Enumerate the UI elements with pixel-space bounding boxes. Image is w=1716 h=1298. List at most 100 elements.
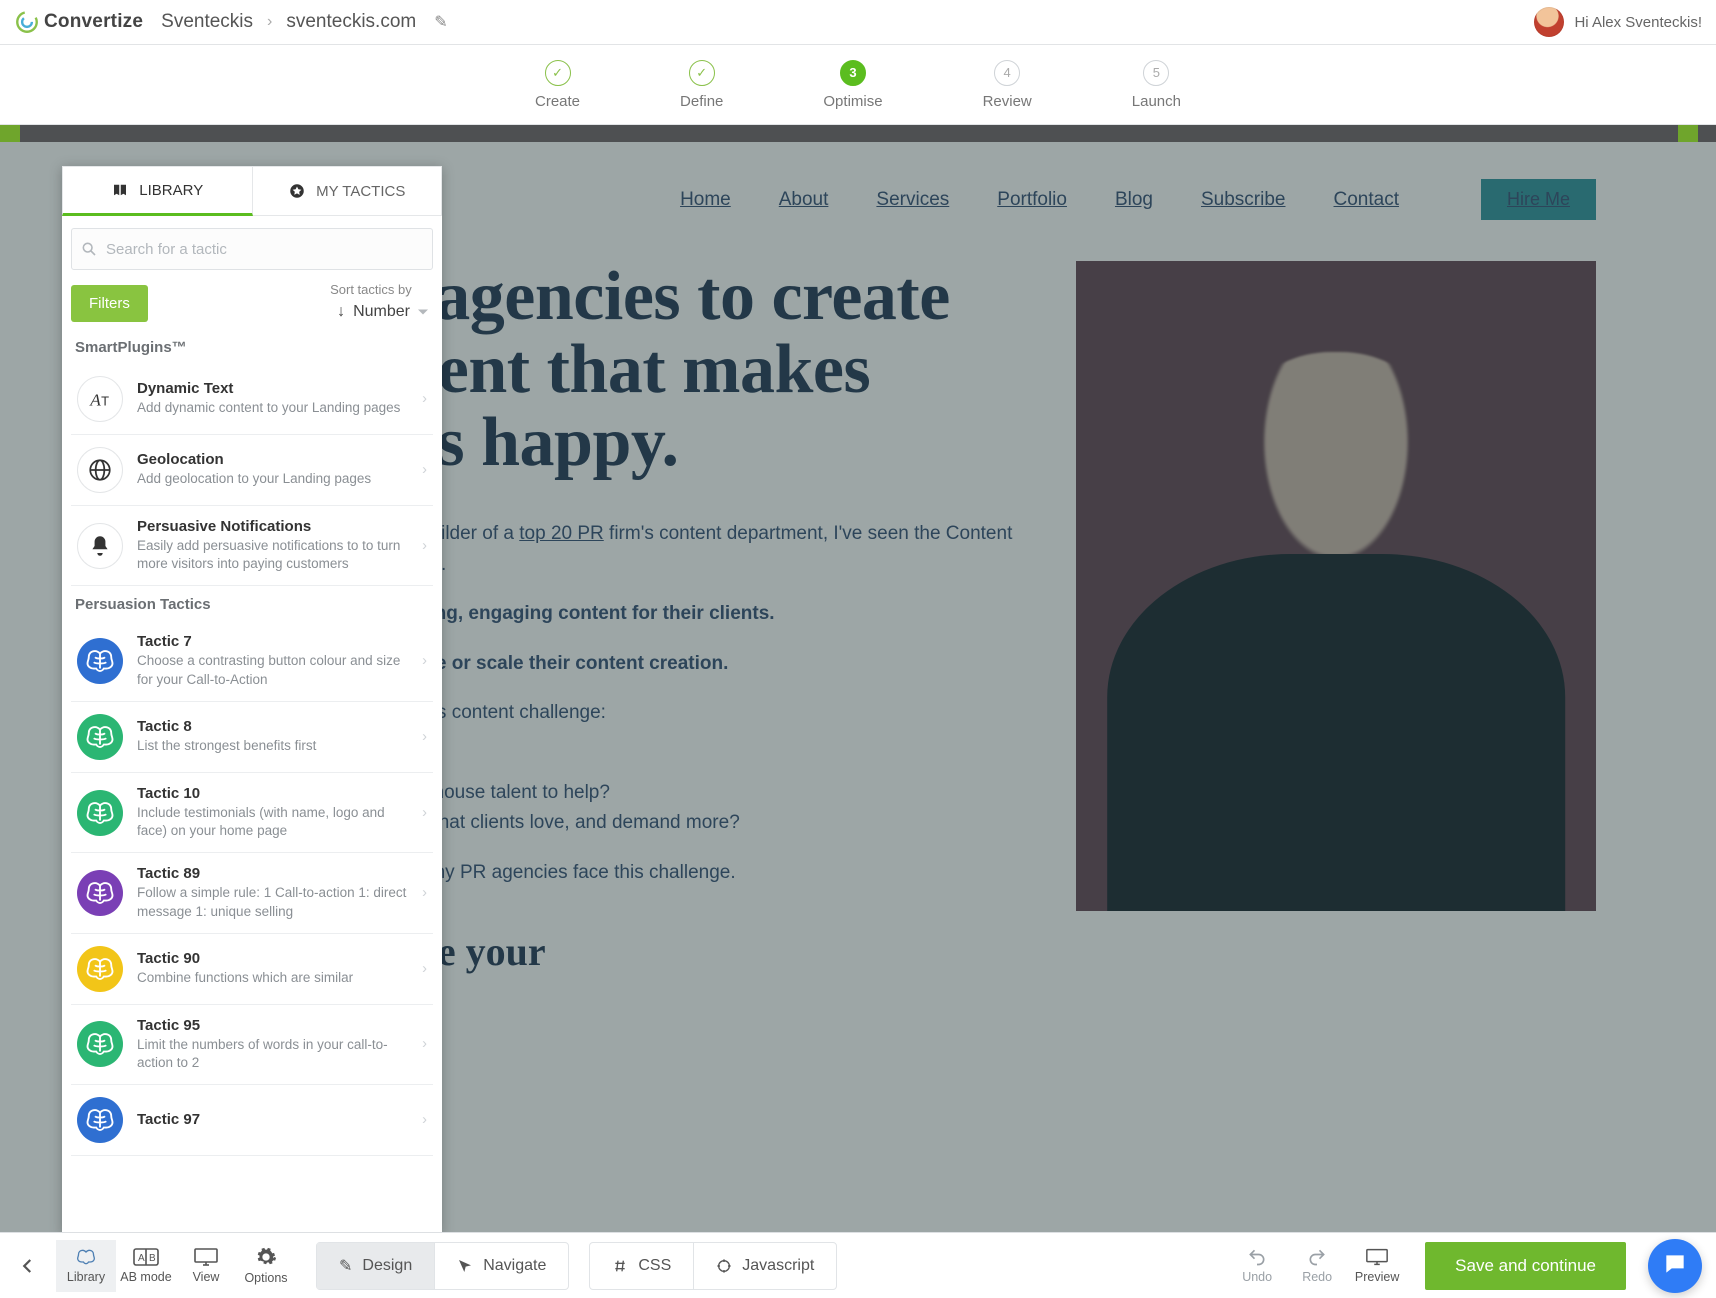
chat-launcher[interactable] xyxy=(1648,1239,1702,1293)
search-icon xyxy=(81,241,97,257)
step-review[interactable]: 4Review xyxy=(983,60,1032,110)
tool-redo[interactable]: Redo xyxy=(1287,1240,1347,1292)
step-number-icon: 4 xyxy=(994,60,1020,86)
chevron-right-icon: › xyxy=(422,653,427,669)
link-top20-pr[interactable]: top 20 PR xyxy=(519,523,604,544)
item-desc: Add geolocation to your Landing pages xyxy=(137,470,408,488)
tactics-list: Tactic 7Choose a contrasting button colo… xyxy=(71,621,433,1156)
tool-library[interactable]: Library xyxy=(56,1240,116,1292)
step-launch[interactable]: 5Launch xyxy=(1132,60,1181,110)
tool-ab-mode[interactable]: ABAB mode xyxy=(116,1240,176,1292)
section-persuasion: Persuasion Tactics xyxy=(75,596,433,613)
sort-value: Number xyxy=(353,303,410,321)
breadcrumb-project[interactable]: Sventeckis xyxy=(161,11,253,33)
step-define[interactable]: ✓ Define xyxy=(680,60,723,110)
tool-group-mode: ✎ Design Navigate xyxy=(316,1242,569,1290)
tactic-item[interactable]: Tactic 89Follow a simple rule: 1 Call-to… xyxy=(71,853,433,933)
step-number-icon: 5 xyxy=(1143,60,1169,86)
item-title: Tactic 8 xyxy=(137,718,408,735)
greeting-text: Hi Alex Sventeckis! xyxy=(1574,14,1702,31)
dynamic-text-icon: AT xyxy=(77,376,123,422)
tool-view[interactable]: View xyxy=(176,1240,236,1292)
nav-portfolio[interactable]: Portfolio xyxy=(997,189,1067,211)
nav-home[interactable]: Home xyxy=(680,189,731,211)
edit-icon[interactable]: ✎ xyxy=(434,12,447,32)
save-continue-button[interactable]: Save and continue xyxy=(1425,1242,1626,1290)
pencil-icon: ✎ xyxy=(339,1256,352,1276)
ruler-handle-right[interactable] xyxy=(1678,125,1698,142)
item-desc: Include testimonials (with name, logo an… xyxy=(137,804,408,840)
item-desc: Easily add persuasive notifications to t… xyxy=(137,537,408,573)
item-title: Geolocation xyxy=(137,451,408,468)
nav-blog[interactable]: Blog xyxy=(1115,189,1153,211)
filter-row: Filters Sort tactics by ↓ Number xyxy=(71,282,433,325)
cursor-icon xyxy=(457,1258,473,1274)
sort-select[interactable]: ↓ Number xyxy=(330,299,433,325)
chevron-right-icon: › xyxy=(422,961,427,977)
breadcrumb-page[interactable]: sventeckis.com xyxy=(286,11,416,33)
filters-button[interactable]: Filters xyxy=(71,285,148,322)
nav-contact[interactable]: Contact xyxy=(1334,189,1399,211)
brain-icon xyxy=(77,870,123,916)
nav-subscribe[interactable]: Subscribe xyxy=(1201,189,1286,211)
tactic-item[interactable]: Tactic 7Choose a contrasting button colo… xyxy=(71,621,433,701)
mode-design[interactable]: ✎ Design xyxy=(317,1243,434,1289)
tool-undo[interactable]: Undo xyxy=(1227,1240,1287,1292)
breadcrumb: Sventeckis › sventeckis.com ✎ xyxy=(161,11,447,33)
tool-label: Javascript xyxy=(742,1257,814,1275)
sort-control[interactable]: Sort tactics by ↓ Number xyxy=(330,282,433,325)
tool-javascript[interactable]: Javascript xyxy=(693,1243,836,1289)
tool-group-left: Library ABAB mode View Options xyxy=(56,1240,296,1292)
step-label: Optimise xyxy=(823,93,882,110)
brain-icon xyxy=(77,1097,123,1143)
tab-my-tactics[interactable]: MY TACTICS xyxy=(253,166,443,216)
ruler-handle-left[interactable] xyxy=(0,125,20,142)
tool-preview[interactable]: Preview xyxy=(1347,1240,1407,1292)
tool-options[interactable]: Options xyxy=(236,1240,296,1292)
mode-navigate[interactable]: Navigate xyxy=(434,1243,568,1289)
app-header: Convertize Sventeckis › sventeckis.com ✎… xyxy=(0,0,1716,45)
tactic-item[interactable]: Tactic 97› xyxy=(71,1085,433,1156)
item-desc: Limit the numbers of words in your call-… xyxy=(137,1036,408,1072)
brain-icon xyxy=(77,638,123,684)
step-number-icon: 3 xyxy=(840,60,866,86)
sort-label: Sort tactics by xyxy=(330,282,433,297)
tool-css[interactable]: CSS xyxy=(590,1243,693,1289)
brand-logo[interactable]: Convertize xyxy=(14,9,143,35)
plugin-geolocation[interactable]: Geolocation Add geolocation to your Landi… xyxy=(71,435,433,506)
back-button[interactable] xyxy=(14,1257,42,1275)
monitor-icon xyxy=(193,1247,219,1267)
tool-group-right: Undo Redo Preview xyxy=(1227,1240,1407,1292)
brain-icon xyxy=(74,1247,98,1267)
item-title: Tactic 7 xyxy=(137,633,408,650)
check-icon: ✓ xyxy=(689,60,715,86)
tool-label: Redo xyxy=(1302,1270,1332,1284)
brand-name: Convertize xyxy=(44,11,143,33)
panel-tabs: LIBRARY MY TACTICS xyxy=(62,166,442,216)
step-optimise[interactable]: 3 Optimise xyxy=(823,60,882,110)
search-input[interactable] xyxy=(71,228,433,270)
brain-icon xyxy=(77,790,123,836)
svg-text:A: A xyxy=(89,391,101,410)
tactic-item[interactable]: Tactic 90Combine functions which are sim… xyxy=(71,934,433,1005)
hire-me-button[interactable]: Hire Me xyxy=(1481,179,1596,220)
tactic-item[interactable]: Tactic 8List the strongest benefits firs… xyxy=(71,702,433,773)
tool-label: AB mode xyxy=(120,1270,171,1284)
brain-icon xyxy=(77,1021,123,1067)
tool-group-code: CSS Javascript xyxy=(589,1242,837,1290)
hero-image[interactable] xyxy=(1076,261,1596,911)
chevron-right-icon: › xyxy=(422,1036,427,1052)
user-menu[interactable]: Hi Alex Sventeckis! xyxy=(1534,7,1702,37)
step-label: Define xyxy=(680,93,723,110)
nav-services[interactable]: Services xyxy=(876,189,949,211)
plugin-dynamic-text[interactable]: AT Dynamic TextAdd dynamic content to yo… xyxy=(71,364,433,435)
nav-about[interactable]: About xyxy=(779,189,829,211)
tab-library[interactable]: LIBRARY xyxy=(62,166,253,216)
step-create[interactable]: ✓Create xyxy=(535,60,580,110)
plugin-persuasive-notifications[interactable]: Persuasive NotificationsEasily add persu… xyxy=(71,506,433,586)
tool-label: Design xyxy=(362,1257,412,1275)
avatar xyxy=(1534,7,1564,37)
smartplugins-list: AT Dynamic TextAdd dynamic content to yo… xyxy=(71,364,433,586)
tactic-item[interactable]: Tactic 10Include testimonials (with name… xyxy=(71,773,433,853)
tactic-item[interactable]: Tactic 95Limit the numbers of words in y… xyxy=(71,1005,433,1085)
